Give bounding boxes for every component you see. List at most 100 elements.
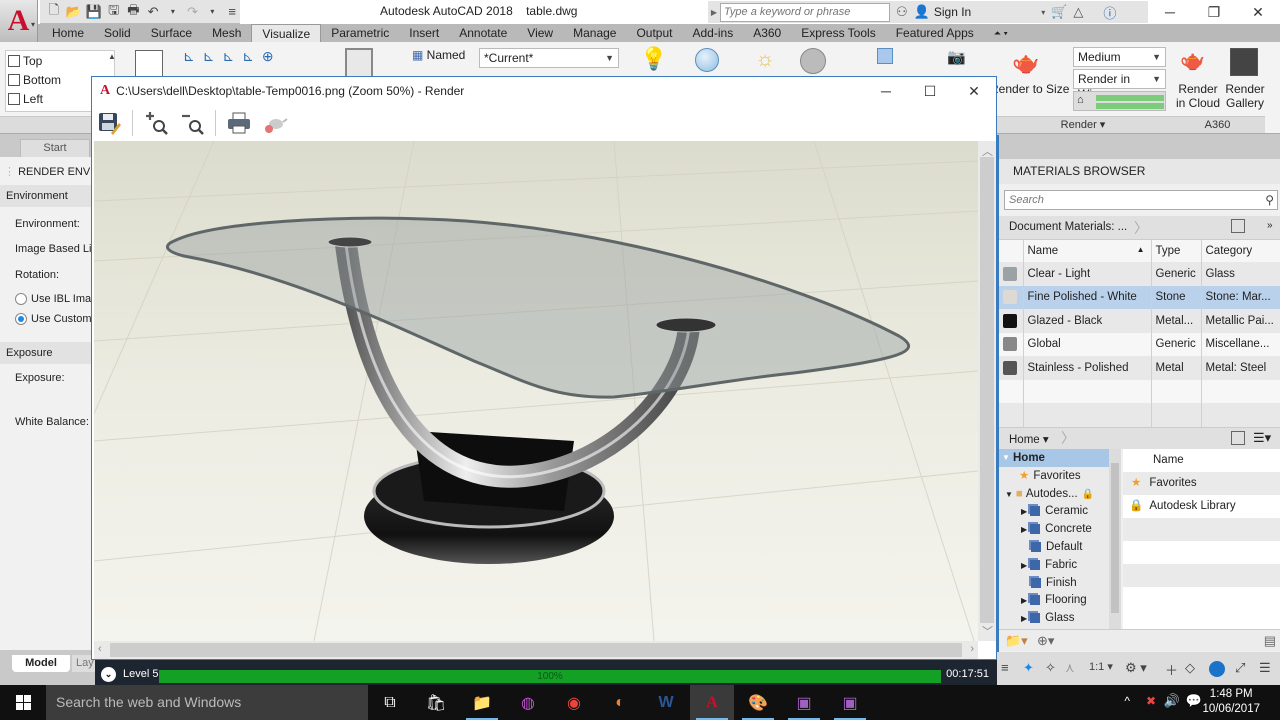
tree-item[interactable]: ▶ Fabric — [999, 556, 1077, 574]
customize-menu-icon[interactable]: ☰ — [1259, 660, 1271, 676]
chevron-down-icon[interactable]: ▾ — [165, 4, 181, 20]
table-row[interactable]: Clear - Light Generic Glass — [999, 262, 1280, 286]
hardware-acceleration-icon[interactable] — [1209, 661, 1225, 677]
column-category[interactable]: Category — [1201, 240, 1280, 262]
tab-parametric[interactable]: Parametric — [321, 24, 399, 42]
save-icon[interactable] — [96, 110, 122, 136]
a360-icon[interactable]: △ — [1073, 4, 1083, 20]
zoom-in-icon[interactable] — [143, 110, 169, 136]
auto-scale-icon[interactable]: ✧ — [1045, 660, 1056, 676]
table-row[interactable]: Global Generic Miscellane... — [999, 332, 1280, 356]
radio-use-custom[interactable]: Use Custom — [15, 313, 92, 326]
notifications-icon[interactable]: 💬 — [1186, 693, 1202, 709]
expand-down-icon[interactable]: ⌄ — [101, 667, 116, 682]
tab-output[interactable]: Output — [626, 24, 682, 42]
keyword-search-input[interactable] — [720, 2, 890, 22]
expand-right-icon[interactable]: ▶ — [1021, 614, 1027, 623]
render-in-dropdown[interactable]: Render in Win...▼ — [1073, 69, 1166, 101]
view-top[interactable]: Top — [6, 51, 114, 70]
tab-home[interactable]: Home — [42, 24, 94, 42]
menu-lines-icon[interactable]: ≡ — [1001, 660, 1009, 675]
expand-down-icon[interactable]: ▼ — [1002, 449, 1010, 467]
tab-express-tools[interactable]: Express Tools — [791, 24, 885, 42]
ribbon-minimize-button[interactable]: ⏶ ▾ — [984, 24, 1018, 42]
tab-annotate[interactable]: Annotate — [449, 24, 517, 42]
tab-surface[interactable]: Surface — [141, 24, 202, 42]
expand-arrow-icon[interactable]: ▶ — [708, 8, 720, 17]
store-icon[interactable]: 🛍 — [414, 685, 458, 720]
tree-item[interactable]: Finish — [999, 574, 1077, 592]
list-item-favorites[interactable]: ★ Favorites — [1123, 472, 1280, 495]
named-views-button[interactable]: ▦ Named — [412, 48, 465, 62]
render-gallery-icon[interactable] — [1230, 48, 1258, 76]
column-type[interactable]: Type — [1151, 240, 1202, 262]
undo-icon[interactable]: ↶ — [145, 4, 161, 20]
tree-item[interactable]: ★ Favorites — [999, 467, 1081, 485]
sign-in-button[interactable]: Sign In — [934, 5, 971, 19]
radio-use-ibl[interactable]: Use IBL Imag — [15, 293, 95, 306]
taskbar-search[interactable]: Search the web and Windows — [46, 685, 368, 720]
expand-right-icon[interactable]: ▶ — [1021, 525, 1027, 534]
tab-view[interactable]: View — [517, 24, 563, 42]
material-editor-icon[interactable]: ▤ — [1264, 633, 1276, 649]
print-icon[interactable] — [226, 110, 252, 136]
chevron-down-icon[interactable]: ▾ — [1041, 8, 1045, 17]
annotation-scale-icon[interactable]: ⋏ — [1065, 660, 1075, 676]
horizontal-scroll-thumb[interactable] — [110, 643, 962, 657]
tab-start[interactable]: Start — [20, 139, 90, 157]
print-icon[interactable]: 🖶 — [126, 2, 142, 20]
zoom-out-icon[interactable] — [179, 110, 205, 136]
tree-item[interactable]: ▶ Ceramic — [999, 502, 1088, 520]
cart-icon[interactable]: 🛒 — [1051, 4, 1067, 20]
teapot-render-icon[interactable]: 🫖 — [1012, 50, 1039, 76]
chevron-down-icon[interactable]: ▾ — [205, 4, 221, 20]
view-options-icon[interactable] — [1231, 219, 1245, 233]
light-bulb-icon[interactable]: 💡 — [640, 46, 667, 72]
search-icon[interactable]: ⚲ — [1265, 193, 1274, 207]
help-icon[interactable]: ⓘ — [1103, 3, 1116, 22]
isolate-objects-icon[interactable]: ◇ — [1185, 660, 1195, 676]
render-in-cloud-button[interactable]: Render in Cloud — [1174, 82, 1222, 110]
cloud-render-icon[interactable]: 🫖 — [1180, 48, 1205, 73]
more-icon[interactable]: » — [1267, 220, 1273, 231]
expand-right-icon[interactable]: ▶ — [1021, 561, 1027, 570]
minimize-button[interactable]: ─ — [864, 77, 908, 105]
binoculars-icon[interactable]: ⚇ — [896, 4, 908, 20]
ucs-tools-icons[interactable]: ⊾⊾⊾⊾⊕ — [183, 48, 282, 65]
chrome-icon[interactable]: ◉ — [552, 685, 596, 720]
fullscreen-icon[interactable]: ⤢ — [1235, 660, 1245, 676]
grip-icon[interactable]: ⋮ — [4, 166, 18, 178]
close-button[interactable]: ✕ — [952, 77, 996, 105]
word-icon[interactable]: W — [644, 685, 688, 720]
render-to-size-button[interactable]: Render to Size — [990, 82, 1069, 96]
scale-dropdown[interactable]: 1:1 ▾ — [1089, 660, 1113, 673]
sun-icon[interactable]: ☼ — [755, 46, 775, 72]
tab-add-ins[interactable]: Add-ins — [683, 24, 744, 42]
materials-search-input[interactable] — [1004, 190, 1278, 210]
tab-insert[interactable]: Insert — [399, 24, 449, 42]
maximize-button[interactable]: ☐ — [908, 77, 952, 105]
open-icon[interactable]: 📂 — [66, 4, 82, 20]
tree-scroll-thumb[interactable] — [1111, 463, 1119, 613]
library-breadcrumb[interactable]: Home ▾ — [1009, 432, 1049, 446]
render-window-titlebar[interactable]: A C:\Users\dell\Desktop\table-Temp0016.p… — [92, 77, 996, 105]
paint-icon[interactable]: 🎨 — [736, 685, 780, 720]
app-4b-icon[interactable]: ▣ — [828, 685, 872, 720]
table-row[interactable]: Stainless - Polished Metal Metal: Steel — [999, 356, 1280, 380]
application-menu-button[interactable]: A ▾ — [0, 0, 38, 42]
tree-item[interactable]: ▶ Glass — [999, 609, 1075, 627]
library-manage-icon[interactable]: 📁▾ — [1005, 633, 1028, 649]
render-gallery-button[interactable]: Render Gallery — [1224, 82, 1266, 110]
tree-item[interactable]: Default — [999, 538, 1082, 556]
environment-section-header[interactable]: Environment — [0, 185, 95, 207]
tree-scrollbar[interactable] — [1109, 449, 1121, 629]
expand-right-icon[interactable]: ▶ — [1021, 507, 1027, 516]
workspace-gear-icon[interactable]: ⚙ ▾ — [1125, 660, 1147, 676]
new-icon[interactable]: 🗋 — [46, 2, 62, 20]
network-disconnected-icon[interactable]: ✖ — [1146, 694, 1156, 708]
render-quality-dropdown[interactable]: Medium ▼ — [1073, 47, 1166, 67]
customize-qat-icon[interactable]: ≡ — [224, 4, 240, 20]
tree-item[interactable]: ▼ ■ Autodes... 🔒 — [999, 485, 1094, 503]
list-header[interactable]: Name — [1123, 449, 1280, 472]
teapot-delete-icon[interactable] — [262, 110, 288, 136]
